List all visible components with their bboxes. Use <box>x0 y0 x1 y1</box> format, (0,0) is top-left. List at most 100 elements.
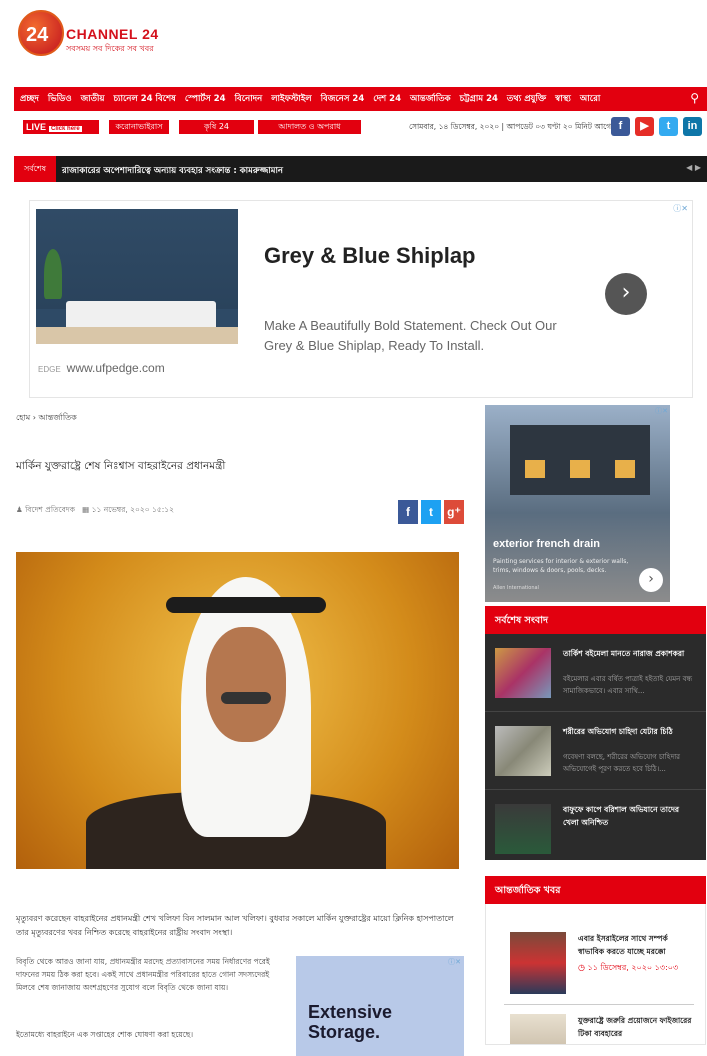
latest-news-item[interactable]: বাফুফে কাপে বরিশাল অভিযানে তাদের খেলা অন… <box>485 790 706 860</box>
sidebar-ad-title[interactable]: exterior french drain <box>493 538 600 550</box>
youtube-icon[interactable]: ▶ <box>635 117 654 136</box>
news-title[interactable]: বাফুফে কাপে বরিশাল অভিযানে তাদের খেলা অন… <box>563 803 693 829</box>
international-news-header: আন্তর্জাতিক খবর <box>485 876 706 904</box>
ad-description: Make A Beautifully Bold Statement. Check… <box>264 318 557 353</box>
nav-item-entertainment[interactable]: বিনোদন <box>235 92 263 106</box>
ticker-arrows-icon[interactable]: ◀ ▶ <box>686 163 701 172</box>
news-date: ◷ ১১ ডিসেম্বর, ২০২০ ১৩:০৩ <box>578 963 679 972</box>
calendar-icon: ▦ <box>82 505 90 514</box>
linkedin-icon[interactable]: in <box>683 117 702 136</box>
photo-face <box>206 627 286 742</box>
cat-court-crime[interactable]: আদালত ও অপরাধ <box>258 120 361 134</box>
international-news-item[interactable]: যুক্তরাষ্ট্রে জরুরি প্রয়োজনে ফাইজারের ট… <box>486 986 705 1044</box>
nav-item-sports[interactable]: স্পোর্টস 24 <box>185 92 226 106</box>
news-title[interactable]: তার্কিশ বইমেলা মানতে নারাজ প্রকাশকরা <box>563 647 693 660</box>
ad-image-floor <box>36 327 238 344</box>
article-paragraph: ইতোমধ্যে বাহরাইনে এক সপ্তাহের শোক ঘোষণা … <box>16 1030 194 1039</box>
ad-brand: EDGE <box>38 365 61 374</box>
photo-agal <box>166 597 326 613</box>
international-news-item[interactable]: এবার ইসরাইলের সাথে সম্পর্ক স্বাভাবিক করত… <box>486 904 705 1005</box>
article-paragraph: বিবৃতি থেকে আরও জানা যায়, প্রধানমন্ত্রী… <box>16 957 270 992</box>
news-thumbnail <box>495 804 551 854</box>
logo-name: CHANNEL 24 <box>66 26 159 42</box>
news-thumbnail <box>495 648 551 698</box>
share-twitter-icon[interactable]: t <box>421 500 441 524</box>
nav-item-national[interactable]: জাতীয় <box>81 92 105 106</box>
latest-news-header: সর্বশেষ সংবাদ <box>485 606 706 634</box>
nav-item-special[interactable]: চ্যানেল 24 বিশেষ <box>113 92 175 106</box>
news-thumbnail <box>510 1014 566 1044</box>
channel24-logo[interactable]: 24 CHANNEL 24 সবসময় সব দিকের সব খবর <box>18 10 168 66</box>
breaking-label: সর্বশেষ <box>14 156 56 182</box>
click-here-label: Click here <box>49 126 82 132</box>
article-lead: মৃত্যুবরণ করেছেন বাহরাইনের প্রধানমন্ত্রী… <box>16 914 454 937</box>
logo-badge: 24 <box>18 10 64 56</box>
news-title[interactable]: শরীরের অভিযোগ চাহিদা যেটার চিঠি <box>563 725 693 738</box>
ad-image-plant <box>44 249 62 299</box>
news-thumbnail <box>510 932 566 994</box>
nav-item-lifestyle[interactable]: লাইফস্টাইল <box>271 92 311 106</box>
house-window <box>570 460 590 478</box>
breaking-news-ticker: সর্বশেষ রাজাকারের অপেশাদারিত্বে অন্যায় … <box>14 156 707 182</box>
ad-title[interactable]: Grey & Blue Shiplap <box>264 243 476 269</box>
share-facebook-icon[interactable]: f <box>398 500 418 524</box>
sidebar-ad-next-button[interactable]: › <box>639 568 663 592</box>
ad-url-text: www.ufpedge.com <box>66 361 165 375</box>
article-headline: মার্কিন যুক্তরাষ্ট্রে শেষ নিঃশ্বাস বাহরা… <box>16 460 226 472</box>
adchoices-icon[interactable]: ⓘ✕ <box>655 406 668 416</box>
author-icon: ♟ <box>16 505 23 514</box>
main-navigation: প্রচ্ছদ ভিডিও জাতীয় চ্যানেল 24 বিশেষ স্… <box>14 87 707 111</box>
adchoices-icon[interactable]: ⓘ✕ <box>673 203 688 214</box>
inline-ad-text: Extensive Storage. <box>308 1002 393 1042</box>
inline-ad[interactable]: Extensive Storage. ⓘ✕ <box>296 956 464 1056</box>
cat-coronavirus[interactable]: করোনাভাইরাস <box>109 120 169 134</box>
article-author: বিদেশ প্রতিবেদক <box>25 505 75 514</box>
ad-url[interactable]: EDGE www.ufpedge.com <box>38 361 165 375</box>
breadcrumb[interactable]: হোম › আন্তর্জাতিক <box>16 412 77 425</box>
live-button[interactable]: LIVE Click here <box>23 120 99 134</box>
nav-item-country[interactable]: দেশ 24 <box>373 92 401 106</box>
nav-item-business[interactable]: বিজনেস 24 <box>321 92 365 106</box>
latest-news-list: তার্কিশ বইমেলা মানতে নারাজ প্রকাশকরা বইম… <box>485 634 706 860</box>
cat-agriculture[interactable]: কৃষি 24 <box>179 120 254 134</box>
house-window <box>525 460 545 478</box>
nav-item-video[interactable]: ভিডিও <box>48 92 72 106</box>
nav-item-home[interactable]: প্রচ্ছদ <box>20 92 39 106</box>
adchoices-icon[interactable]: ⓘ✕ <box>448 957 461 967</box>
share-google-plus-icon[interactable]: g⁺ <box>444 500 464 524</box>
news-thumbnail <box>495 726 551 776</box>
article-meta: ♟ বিদেশ প্রতিবেদক ▦ ১১ নভেম্বর, ২০২০ ১৫:… <box>16 505 174 517</box>
date-update-text: সোমবার, ১৪ ডিসেম্বর, ২০২০ | আপডেট ০৩ ঘণ্… <box>409 122 612 131</box>
article-date: ১১ নভেম্বর, ২০২০ ১৫:১২ <box>91 505 175 514</box>
search-icon[interactable]: ⚲ <box>690 91 699 105</box>
ad-house-image <box>510 425 650 495</box>
ad-next-button[interactable]: › <box>605 273 647 315</box>
nav-item-chattogram[interactable]: চট্টগ্রাম 24 <box>460 92 498 106</box>
nav-item-international[interactable]: আন্তর্জাতিক <box>410 92 451 106</box>
ad-bedroom-image <box>36 209 238 344</box>
article-photo <box>16 552 459 869</box>
photo-moustache <box>221 692 271 704</box>
nav-item-health[interactable]: স্বাস্থ্য <box>555 92 571 106</box>
news-snippet: বইমেলার এবার বর্ষিত পাত্রাই হইতাই যেমন ব… <box>563 675 693 695</box>
news-title[interactable]: এবার ইসরাইলের সাথে সম্পর্ক স্বাভাবিক করত… <box>578 932 693 958</box>
breaking-headline[interactable]: রাজাকারের অপেশাদারিত্বে অন্যায় ব্যবহার … <box>62 164 283 178</box>
sidebar-ad[interactable]: exterior french drain Painting services … <box>485 405 670 602</box>
news-snippet: গবেষণা বলছে, শরীরের অভিযোগ চাহিদার অভিযো… <box>563 753 681 773</box>
live-label: LIVE <box>26 122 47 132</box>
news-title[interactable]: যুক্তরাষ্ট্রে জরুরি প্রয়োজনে ফাইজারের ট… <box>578 1014 693 1040</box>
facebook-icon[interactable]: f <box>611 117 630 136</box>
international-news-list: এবার ইসরাইলের সাথে সম্পর্ক স্বাভাবিক করত… <box>485 904 706 1045</box>
sidebar-ad-source: Allen International <box>493 585 539 591</box>
sub-navigation: LIVE Click here করোনাভাইরাস কৃষি 24 আদালত… <box>14 116 707 140</box>
latest-news-item[interactable]: শরীরের অভিযোগ চাহিদা যেটার চিঠি গবেষণা ব… <box>485 712 706 790</box>
ad-image-wall <box>36 209 238 309</box>
banner-ad[interactable]: Grey & Blue Shiplap Make A Beautifully B… <box>29 200 693 398</box>
nav-item-tech[interactable]: তথ্য প্রযুক্তি <box>507 92 546 106</box>
logo-tagline: সবসময় সব দিকের সব খবর <box>66 44 154 53</box>
twitter-icon[interactable]: t <box>659 117 678 136</box>
logo-number: 24 <box>26 24 49 46</box>
nav-item-more[interactable]: আরো <box>580 92 600 106</box>
latest-news-item[interactable]: তার্কিশ বইমেলা মানতে নারাজ প্রকাশকরা বইম… <box>485 634 706 712</box>
house-window <box>615 460 635 478</box>
